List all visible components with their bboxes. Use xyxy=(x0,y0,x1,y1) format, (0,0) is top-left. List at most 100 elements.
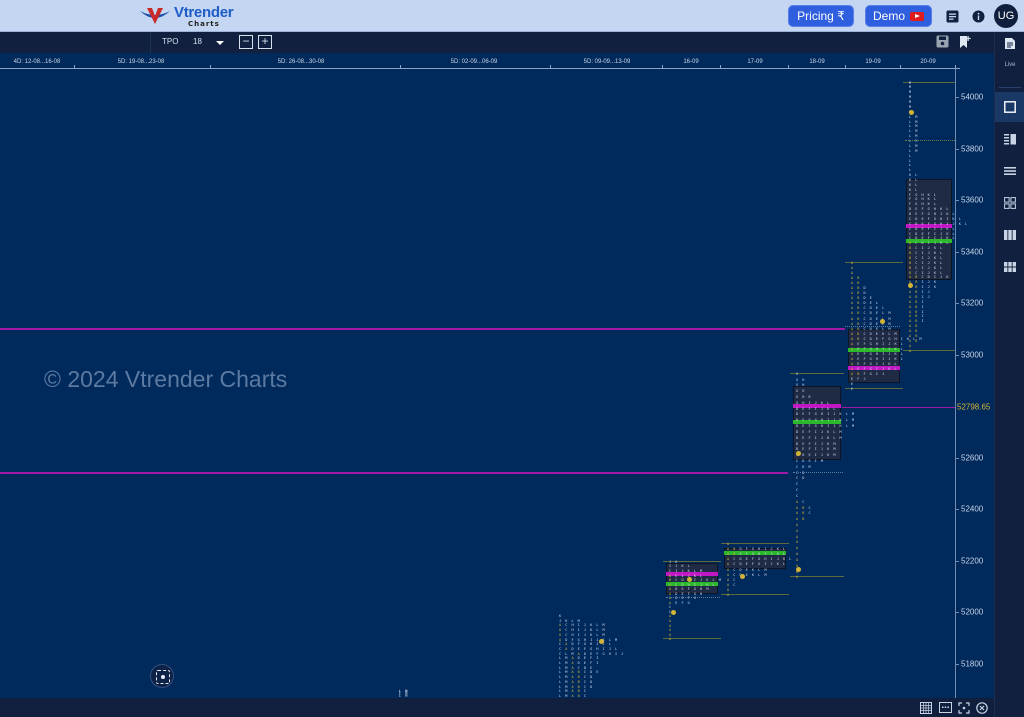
tpo-row: L M A B C D xyxy=(559,675,594,680)
tpo-size-value[interactable]: 18 xyxy=(193,37,202,46)
pricing-button[interactable]: Pricing ₹ xyxy=(788,5,854,27)
tpo-row: A B D F G H I J K L xyxy=(727,547,786,551)
tpo-letter: L xyxy=(894,367,898,372)
price-axis-tick xyxy=(955,148,959,150)
layout-grid-button[interactable] xyxy=(995,188,1024,218)
tpo-letter: K xyxy=(559,614,563,619)
tpo-row: A D E F G H xyxy=(669,592,703,596)
date-axis-tick xyxy=(210,65,211,69)
layout-single-button[interactable] xyxy=(995,92,1024,122)
tpo-row: M xyxy=(909,105,912,109)
price-axis-tick xyxy=(955,200,959,202)
tpo-row: A C D E F G I J K L xyxy=(727,562,787,567)
layout-rows-button[interactable] xyxy=(995,156,1024,186)
tpo-letter: A xyxy=(851,271,855,276)
tpo-letter: M xyxy=(833,453,837,458)
tpo-row: C xyxy=(796,483,799,487)
tpo-letter: L xyxy=(882,306,886,311)
price-axis-tick xyxy=(955,354,959,356)
tpo-letter: L xyxy=(933,197,937,202)
info-icon[interactable] xyxy=(970,8,986,24)
tpo-letter: C xyxy=(733,583,737,588)
price-axis-label: 53400 xyxy=(961,247,984,257)
price-axis-tick xyxy=(955,560,959,562)
price-axis-tick xyxy=(955,664,959,665)
tpo-size-dropdown-icon[interactable] xyxy=(216,41,224,45)
save-icon[interactable] xyxy=(936,35,950,49)
tpo-row: A xyxy=(851,271,855,276)
abc-icon[interactable] xyxy=(939,701,952,714)
tpo-row: D E F I J K L M xyxy=(796,430,843,434)
tpo-row: A D E F G H M xyxy=(669,587,709,591)
tpo-row: G H xyxy=(796,384,805,388)
tpo-row: A B I J xyxy=(909,295,931,299)
tpo-row: A xyxy=(796,558,799,562)
tpo-letter: I xyxy=(921,299,925,304)
tpo-letter: L xyxy=(900,341,904,346)
tpo-letter: L xyxy=(782,562,787,567)
tpo-row: C D E I J K M xyxy=(796,453,837,458)
table-icon[interactable] xyxy=(919,701,932,714)
tpo-letter: D xyxy=(590,675,594,680)
tpo-row: A B C D E L xyxy=(851,306,886,311)
tpo-row: L M A C D E xyxy=(559,666,593,670)
tpo-row: A C xyxy=(727,578,736,582)
tpo-row: A xyxy=(727,541,731,546)
notes-icon[interactable] xyxy=(944,8,960,24)
logo-mark-icon xyxy=(138,5,172,27)
tpo-letter: A xyxy=(669,614,673,619)
tpo-letter: M xyxy=(909,100,913,105)
layout-grid6-button[interactable] xyxy=(995,252,1024,282)
chart-type-label[interactable]: TPO xyxy=(162,37,178,46)
tpo-letter: M xyxy=(915,119,919,124)
live-notes-button[interactable] xyxy=(995,37,1024,59)
layout-columns-button[interactable] xyxy=(995,220,1024,250)
tpo-row: A B C xyxy=(796,512,812,516)
tpo-row: L xyxy=(909,164,912,168)
tpo-letter: M xyxy=(577,618,581,623)
tpo-row: G H I J K L xyxy=(796,401,830,405)
tpo-row: G xyxy=(796,372,799,376)
tpo-letter: A xyxy=(727,541,731,546)
price-axis-label: 52000 xyxy=(961,607,984,617)
ltp-line xyxy=(842,406,955,408)
price-axis-label: 53800 xyxy=(961,144,984,154)
tpo-letter: L xyxy=(958,216,962,221)
tpo-letter: M xyxy=(764,572,768,577)
tpo-letter: M xyxy=(915,148,919,153)
tpo-row: C D E F G H I K L xyxy=(909,216,962,221)
tpo-row: A B F G I J xyxy=(851,372,885,376)
range-extension-line xyxy=(721,542,789,544)
tpo-row: E xyxy=(851,387,854,391)
tpo-letter: M xyxy=(888,316,892,321)
tpo-row: D E F G H I J K L M xyxy=(796,419,855,423)
tpo-row: I J K L xyxy=(669,565,691,569)
tpo-row: A B xyxy=(909,339,918,343)
tpo-letter: K xyxy=(933,280,937,285)
user-avatar[interactable]: UG xyxy=(994,4,1018,28)
focus-center-button[interactable] xyxy=(150,664,174,688)
grid-layout-icon xyxy=(1004,197,1016,209)
zoom-out-button[interactable]: − xyxy=(239,35,253,49)
tpo-row: A E F G H I J K L xyxy=(851,341,904,346)
tpo-letter: L xyxy=(940,265,944,270)
layout-split-button[interactable] xyxy=(995,124,1024,154)
tpo-letter: A xyxy=(796,523,800,528)
demo-button[interactable]: Demo xyxy=(865,5,932,27)
tpo-letter: C xyxy=(808,505,812,510)
logo[interactable]: Vtrender Charts xyxy=(138,3,234,29)
bookmark-add-icon[interactable] xyxy=(958,35,972,49)
fullscreen-icon[interactable] xyxy=(957,701,970,714)
bottom-bar xyxy=(0,698,994,717)
single-layout-icon xyxy=(1004,101,1016,113)
tpo-letter: I xyxy=(921,309,925,314)
tpo-row: A B C xyxy=(796,505,812,510)
close-circle-icon[interactable] xyxy=(975,701,988,714)
zoom-in-button[interactable]: + xyxy=(258,35,272,49)
tpo-letter: M xyxy=(909,85,913,90)
tpo-row: A C D E K L M xyxy=(727,568,767,572)
tpo-letter: D xyxy=(590,684,594,689)
tpo-row: L M xyxy=(909,134,918,138)
tpo-chart[interactable]: 4D: 12-08...16-08 5D: 19-08...23-08 5D: 26… xyxy=(0,53,994,717)
tpo-row: D E F G H I J K L M xyxy=(796,413,855,417)
